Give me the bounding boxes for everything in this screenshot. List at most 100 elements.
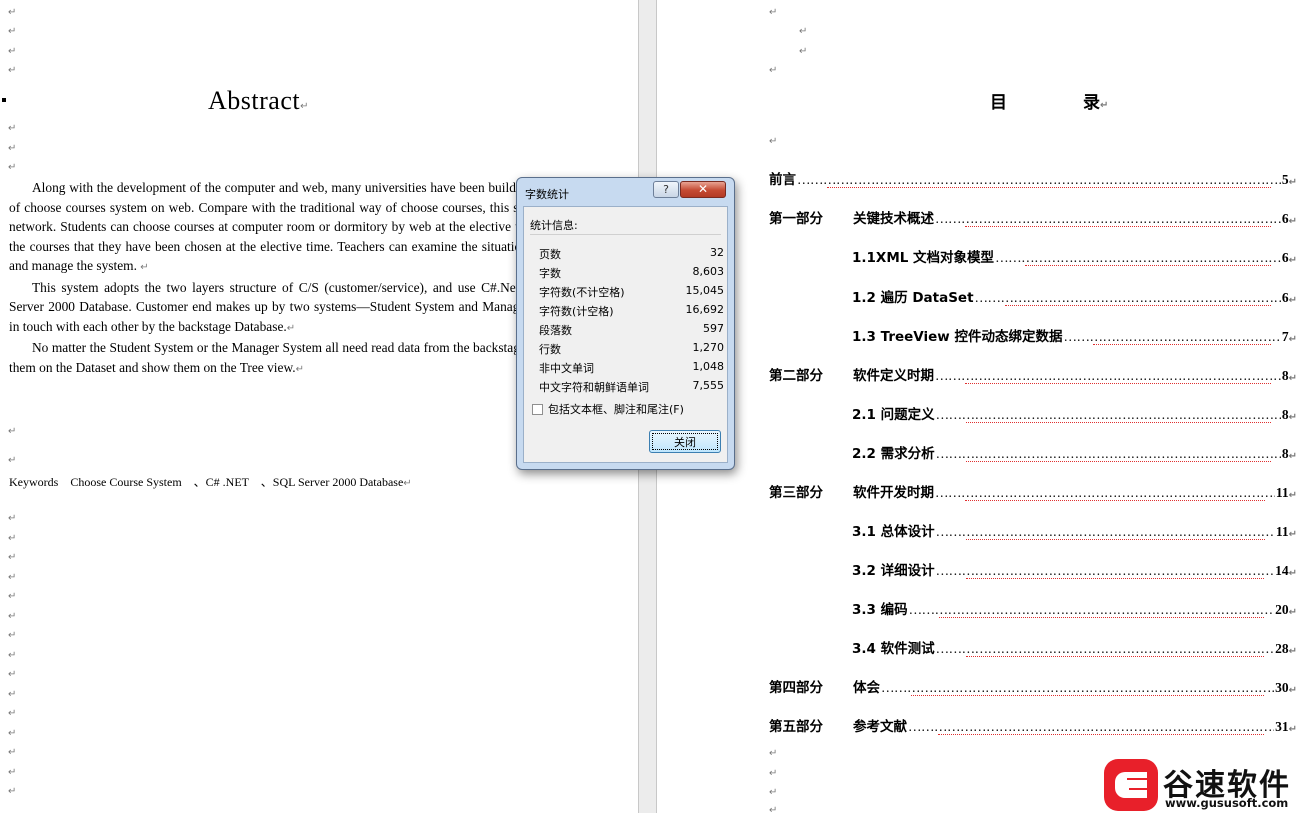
toc-part-label: 第二部分	[769, 368, 823, 384]
paragraph-mark	[8, 768, 16, 778]
toc-leader-dots	[908, 719, 1274, 735]
toc-leader-dots	[935, 485, 1275, 501]
stat-row: 段落数 597	[539, 322, 724, 341]
stat-value: 8,603	[692, 265, 725, 278]
dialog-titlebar[interactable]: 字数统计 ? ✕	[517, 178, 734, 206]
word-count-dialog[interactable]: 字数统计 ? ✕ 统计信息: 页数 32 字数 8,603 字符数(不计空格) 15,04…	[516, 177, 735, 470]
toc-leader-dots	[1063, 329, 1280, 345]
window-close-button[interactable]: ✕	[680, 181, 726, 198]
paragraph-mark	[8, 456, 16, 466]
toc-entry-label: 3.1 总体设计	[852, 524, 935, 540]
include-textboxes-checkbox[interactable]	[532, 403, 543, 415]
paragraph-mark	[8, 27, 16, 37]
toc-part-label: 第四部分	[769, 680, 823, 696]
stat-row: 中文字符和朝鲜语单词 7,555	[539, 379, 724, 398]
toc-page-number: 8	[1281, 407, 1289, 422]
paragraph-mark	[8, 144, 16, 154]
include-textboxes-label[interactable]: 包括文本框、脚注和尾注(F)	[548, 401, 684, 417]
paragraph-mark	[8, 47, 16, 57]
toc-entry-label: 3.4 软件测试	[852, 641, 935, 657]
toc-entry[interactable]: 第五部分 参考文献 31↵	[769, 717, 1297, 735]
stat-row: 字符数(计空格) 16,692	[539, 303, 724, 322]
toc-entry[interactable]: 3.2 详细设计 14↵	[852, 561, 1297, 579]
paragraph-mark	[799, 27, 807, 37]
toc-page-number: 20	[1275, 602, 1289, 617]
paragraph-mark	[8, 427, 16, 437]
dialog-title: 字数统计	[525, 188, 569, 201]
dialog-body: 统计信息: 页数 32 字数 8,603 字符数(不计空格) 15,045 字符数(计空格)…	[523, 206, 728, 463]
toc-entry[interactable]: 第三部分 软件开发时期 11↵	[769, 483, 1297, 501]
paragraph-mark	[8, 592, 16, 602]
help-icon: ?	[663, 183, 669, 196]
toc-entry-label: 关键技术概述	[853, 211, 934, 227]
toc-entry-label: 软件开发时期	[853, 485, 934, 501]
help-button[interactable]: ?	[653, 181, 679, 198]
paragraph-mark	[8, 612, 16, 622]
toc-page-number: 8	[1281, 368, 1289, 383]
stat-label: 页数	[539, 248, 561, 261]
stat-row: 行数 1,270	[539, 341, 724, 360]
toc-page-number: 30	[1275, 680, 1289, 695]
toc-entry-label: 1.1XML 文档对象模型	[852, 250, 995, 266]
toc-page-number: 31	[1275, 719, 1289, 734]
close-button[interactable]: 关闭	[649, 430, 721, 453]
paragraph-mark	[8, 690, 16, 700]
toc-entry[interactable]: 1.1XML 文档对象模型 6↵	[852, 248, 1297, 266]
brand-watermark: 谷速软件 www.gususoft.com	[1103, 755, 1302, 813]
toc-leader-dots	[995, 250, 1281, 266]
stat-row: 页数 32	[539, 246, 724, 265]
paragraph-mark	[8, 514, 16, 524]
toc-page-number: 8	[1281, 446, 1289, 461]
toc-entry-label: 3.2 详细设计	[852, 563, 935, 579]
toc-page-number: 14	[1275, 563, 1289, 578]
toc-leader-dots	[936, 407, 1281, 423]
keywords-line: Keywords Choose Course System 、C# .NET 、…	[9, 475, 412, 489]
toc-page-number: 7	[1281, 329, 1289, 344]
paragraph-mark: ↵	[1288, 568, 1297, 579]
toc-entry[interactable]: 2.1 问题定义 8↵	[852, 405, 1297, 423]
paragraph-mark: ↵	[1288, 334, 1297, 345]
include-textboxes-option[interactable]: 包括文本框、脚注和尾注(F)	[532, 401, 684, 417]
toc-page-number: 6	[1281, 250, 1289, 265]
toc-entry[interactable]: 第一部分 关键技术概述 6↵	[769, 209, 1297, 227]
toc-entry-label: 1.3 TreeView 控件动态绑定数据	[852, 329, 1063, 345]
toc-entry[interactable]: 第二部分 软件定义时期 8↵	[769, 366, 1297, 384]
stat-label: 段落数	[539, 324, 572, 337]
paragraph-mark	[8, 124, 16, 134]
paragraph-mark	[8, 729, 16, 739]
toc-leader-dots	[935, 211, 1281, 227]
paragraph-mark	[8, 670, 16, 680]
toc-entry[interactable]: 1.2 遍历 DataSet 6↵	[852, 288, 1297, 306]
paragraph-mark	[8, 573, 16, 583]
toc-entry[interactable]: 前言 5↵	[769, 170, 1297, 188]
brand-url: www.gususoft.com	[1165, 796, 1289, 810]
toc-entry-label: 1.2 遍历 DataSet	[852, 290, 974, 306]
toc-entry[interactable]: 1.3 TreeView 控件动态绑定数据 7↵	[852, 327, 1297, 345]
toc-entry[interactable]: 2.2 需求分析 8↵	[852, 444, 1297, 462]
bullet-marker	[2, 98, 6, 102]
abstract-title: Abstract↵	[208, 86, 309, 115]
toc-leader-dots	[936, 446, 1281, 462]
brand-logo-icon	[1104, 759, 1158, 811]
stat-value: 1,048	[692, 360, 725, 373]
toc-entry-label: 2.2 需求分析	[852, 446, 935, 462]
stat-label: 字符数(不计空格)	[539, 286, 625, 299]
paragraph-mark	[769, 788, 777, 798]
paragraph-mark: ↵	[1288, 529, 1297, 540]
stat-label: 中文字符和朝鲜语单词	[539, 381, 649, 394]
toc-entry[interactable]: 3.4 软件测试 28↵	[852, 639, 1297, 657]
stat-value: 7,555	[692, 379, 725, 392]
toc-entry[interactable]: 第四部分 体会 30↵	[769, 678, 1297, 696]
toc-entry[interactable]: 3.1 总体设计 11↵	[852, 522, 1297, 540]
paragraph-mark	[8, 709, 16, 719]
toc-entry[interactable]: 3.3 编码 20↵	[852, 600, 1297, 618]
toc-part-label: 第五部分	[769, 719, 823, 735]
toc-entry-label: 参考文献	[853, 719, 907, 735]
toc-part-label: 第三部分	[769, 485, 823, 501]
paragraph-mark	[769, 66, 777, 76]
toc-leader-dots	[797, 172, 1281, 188]
paragraph-mark: ↵	[1288, 255, 1297, 266]
stat-value: 16,692	[685, 303, 725, 316]
paragraph-mark: ↵	[1288, 216, 1297, 227]
paragraph-mark: ↵	[1288, 295, 1297, 306]
